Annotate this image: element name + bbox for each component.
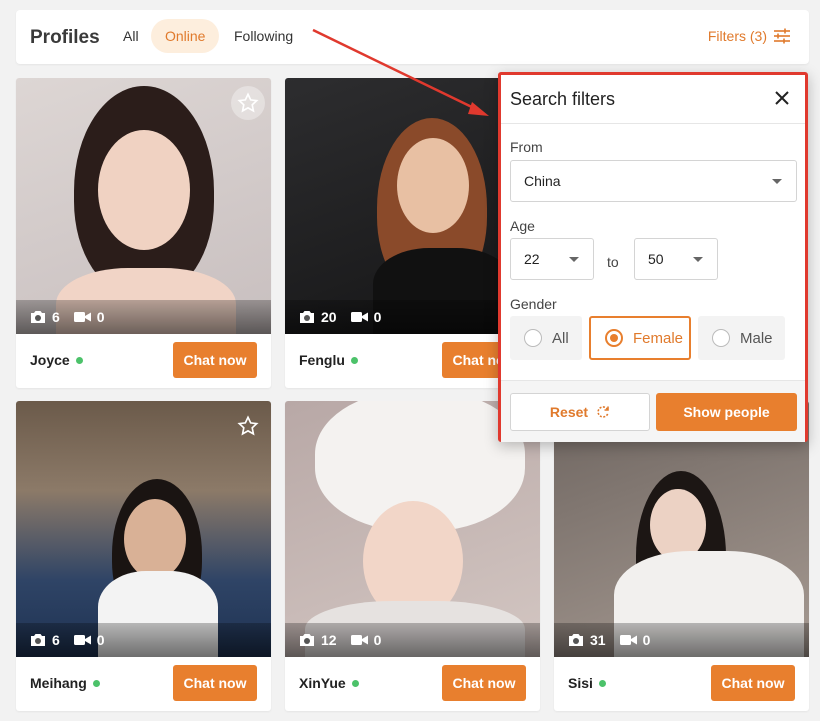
profiles-header: Profiles All Online Following Filters (3…	[16, 10, 809, 64]
video-icon	[619, 635, 637, 645]
video-count: 0	[373, 632, 382, 648]
radio-button[interactable]	[524, 329, 542, 347]
card-footer: Joyce Chat now	[16, 334, 271, 388]
radio-button-selected[interactable]	[605, 329, 623, 347]
tab-following[interactable]: Following	[220, 19, 307, 53]
search-filters-panel: Search filters From China Age 22 to 50 G…	[498, 72, 808, 442]
gender-option-female[interactable]: Female	[589, 316, 691, 360]
modal-footer: Reset Show people	[501, 380, 805, 442]
video-count: 0	[96, 632, 105, 648]
show-people-button[interactable]: Show people	[656, 393, 797, 431]
chat-now-button[interactable]: Chat now	[173, 342, 257, 378]
country-value: China	[524, 173, 561, 189]
chat-now-button[interactable]: Chat now	[442, 665, 526, 701]
chevron-down-icon	[569, 257, 579, 262]
profile-card[interactable]: 6 0 Meihang Chat now	[16, 401, 271, 711]
filters-label: Filters (3)	[707, 28, 767, 44]
tab-online[interactable]: Online	[151, 19, 220, 53]
card-footer: XinYue Chat now	[285, 657, 540, 711]
photo-count: 20	[321, 309, 337, 325]
camera-icon	[31, 311, 45, 323]
camera-icon	[300, 634, 314, 646]
modal-title: Search filters	[510, 89, 616, 109]
media-counts: 6 0	[16, 300, 271, 334]
country-select[interactable]: China	[510, 160, 797, 202]
gender-option-male[interactable]: Male	[698, 316, 785, 360]
age-to-label: to	[607, 254, 619, 270]
filters-button[interactable]: Filters (3)	[708, 28, 791, 44]
chevron-down-icon	[693, 257, 703, 262]
gender-option-label: Female	[633, 329, 684, 347]
chat-now-button[interactable]: Chat now	[711, 665, 795, 701]
chat-now-button[interactable]: Chat now	[173, 665, 257, 701]
age-min-value: 22	[524, 251, 540, 267]
age-label: Age	[510, 218, 535, 234]
camera-icon	[569, 634, 583, 646]
age-max-select[interactable]: 50	[634, 238, 718, 280]
favorite-star-icon[interactable]	[231, 86, 265, 120]
video-icon	[350, 635, 368, 645]
online-indicator	[75, 356, 83, 364]
gender-label: Gender	[510, 296, 557, 312]
tab-all[interactable]: All	[109, 19, 153, 53]
from-label: From	[510, 139, 543, 155]
online-indicator	[351, 679, 359, 687]
photo-count: 6	[52, 309, 60, 325]
reset-label: Reset	[549, 404, 589, 420]
video-icon	[73, 635, 91, 645]
profile-card[interactable]: 31 0 Sisi Chat now	[554, 401, 809, 711]
camera-icon	[300, 311, 314, 323]
online-indicator	[92, 679, 100, 687]
camera-icon	[31, 634, 45, 646]
gender-option-label: All	[552, 329, 569, 347]
age-max-value: 50	[648, 251, 664, 267]
profile-name: Joyce	[30, 352, 70, 368]
profile-card[interactable]: 6 0 Joyce Chat now	[16, 78, 271, 388]
age-min-select[interactable]: 22	[510, 238, 594, 280]
card-footer: Sisi Chat now	[554, 657, 809, 711]
profile-name: Sisi	[568, 675, 593, 691]
video-count: 0	[96, 309, 105, 325]
sliders-icon	[774, 28, 790, 44]
favorite-star-icon[interactable]	[231, 409, 265, 443]
profile-photo[interactable]: 6 0	[16, 401, 271, 657]
radio-button[interactable]	[712, 329, 730, 347]
online-indicator	[598, 679, 606, 687]
media-counts: 31 0	[554, 623, 809, 657]
video-count: 0	[642, 632, 651, 648]
video-icon	[350, 312, 368, 322]
close-icon[interactable]	[771, 87, 793, 109]
media-counts: 12 0	[285, 623, 540, 657]
card-footer: Meihang Chat now	[16, 657, 271, 711]
profile-card[interactable]: 12 0 XinYue Chat now	[285, 401, 540, 711]
chevron-down-icon	[772, 179, 782, 184]
media-counts: 6 0	[16, 623, 271, 657]
profile-photo[interactable]: 6 0	[16, 78, 271, 334]
page-title: Profiles	[30, 27, 100, 48]
gender-option-label: Male	[740, 329, 773, 347]
video-count: 0	[373, 309, 382, 325]
gender-option-all[interactable]: All	[510, 316, 582, 360]
video-icon	[73, 312, 91, 322]
photo-count: 12	[321, 632, 337, 648]
online-indicator	[350, 356, 358, 364]
profile-name: Fenglu	[299, 352, 345, 368]
profile-name: Meihang	[30, 675, 87, 691]
reset-button[interactable]: Reset	[510, 393, 650, 431]
photo-count: 31	[590, 632, 606, 648]
refresh-icon	[597, 406, 609, 418]
photo-count: 6	[52, 632, 60, 648]
profile-name: XinYue	[299, 675, 346, 691]
